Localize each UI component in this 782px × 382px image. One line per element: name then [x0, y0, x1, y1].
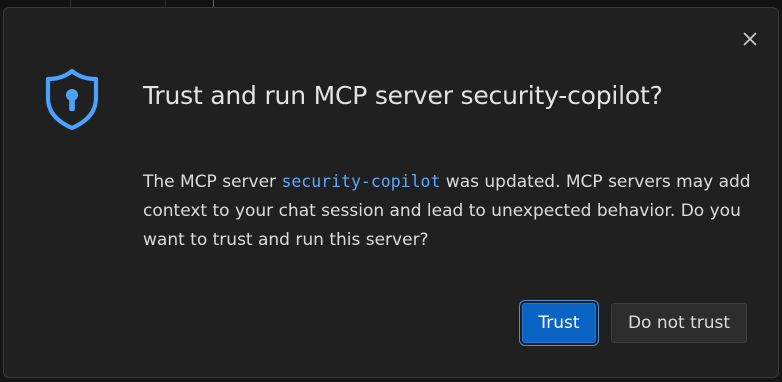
background-mark	[213, 0, 214, 7]
trust-mcp-server-dialog: Trust and run MCP server security-copilo…	[3, 7, 779, 378]
background-mark	[70, 0, 71, 7]
message-prefix: The MCP server	[143, 172, 282, 192]
close-icon	[743, 32, 757, 46]
dialog-message: The MCP server security-copilot was upda…	[143, 167, 755, 255]
dialog-title: Trust and run MCP server security-copilo…	[143, 81, 663, 110]
background-mark	[165, 0, 166, 7]
do-not-trust-button[interactable]: Do not trust	[611, 303, 747, 343]
close-button[interactable]	[739, 28, 761, 50]
server-name-code: security-copilot	[281, 172, 441, 191]
trust-button[interactable]: Trust	[519, 300, 599, 346]
shield-lock-icon	[41, 67, 103, 131]
